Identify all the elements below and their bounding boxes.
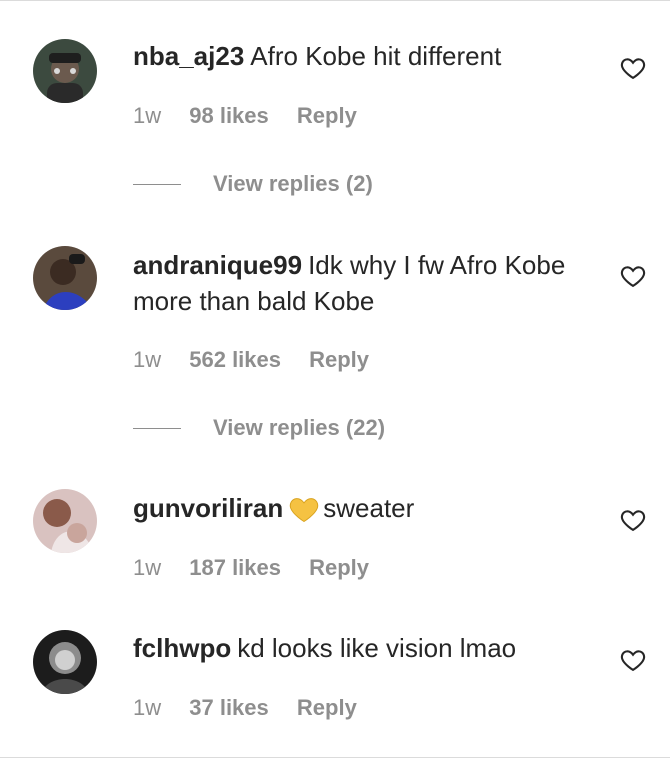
replies-line: [133, 427, 181, 429]
comment-time: 1w: [133, 555, 162, 580]
like-heart-icon[interactable]: [619, 54, 647, 82]
comment-likes[interactable]: 562 likes: [189, 347, 281, 372]
top-divider: [0, 0, 670, 1]
comment-username[interactable]: fclhwpo: [133, 633, 231, 663]
reply-button[interactable]: Reply: [297, 695, 357, 720]
avatar-image: [33, 630, 97, 694]
avatar[interactable]: [33, 489, 97, 553]
comment-meta: 1w 37 likes Reply: [133, 694, 379, 722]
comment-text: fclhwpo kd looks like vision lmao: [133, 630, 593, 666]
like-heart-icon[interactable]: [619, 506, 647, 534]
comment-username[interactable]: gunvoriliran: [133, 493, 283, 523]
comment-text: nba_aj23 Afro Kobe hit different: [133, 38, 593, 74]
comment-likes[interactable]: 98 likes: [189, 103, 269, 128]
comment-likes[interactable]: 37 likes: [189, 695, 269, 720]
yellow-heart-icon: [290, 498, 319, 523]
view-replies-button[interactable]: View replies (2): [133, 169, 373, 199]
comment-time: 1w: [133, 347, 162, 372]
avatar[interactable]: [33, 630, 97, 694]
view-replies-label: View replies (2): [213, 171, 373, 196]
reply-button[interactable]: Reply: [309, 347, 369, 372]
comment-time: 1w: [133, 695, 162, 720]
avatar-image: [33, 39, 97, 103]
comment-meta: 1w 187 likes Reply: [133, 554, 391, 582]
avatar[interactable]: [33, 246, 97, 310]
comment-text: andranique99 Idk why I fw Afro Kobe more …: [133, 247, 593, 319]
view-replies-label: View replies (22): [213, 415, 386, 440]
avatar-image: [33, 246, 97, 310]
comment-meta: 1w 98 likes Reply: [133, 102, 379, 130]
reply-button[interactable]: Reply: [297, 103, 357, 128]
comment-username[interactable]: andranique99: [133, 250, 302, 280]
comment-body: Afro Kobe hit different: [250, 41, 502, 71]
comment-username[interactable]: nba_aj23: [133, 41, 244, 71]
comment-likes[interactable]: 187 likes: [189, 555, 281, 580]
comment-body: sweater: [323, 493, 415, 523]
reply-button[interactable]: Reply: [309, 555, 369, 580]
comment-meta: 1w 562 likes Reply: [133, 346, 391, 374]
comment-body: kd looks like vision lmao: [237, 633, 517, 663]
like-heart-icon[interactable]: [619, 262, 647, 290]
view-replies-button[interactable]: View replies (22): [133, 413, 385, 443]
like-heart-icon[interactable]: [619, 646, 647, 674]
comment-text: gunvoriliran sweater: [133, 490, 593, 526]
avatar[interactable]: [33, 39, 97, 103]
comment-time: 1w: [133, 103, 162, 128]
bottom-divider: [0, 757, 670, 758]
avatar-image: [33, 489, 97, 553]
replies-line: [133, 183, 181, 185]
